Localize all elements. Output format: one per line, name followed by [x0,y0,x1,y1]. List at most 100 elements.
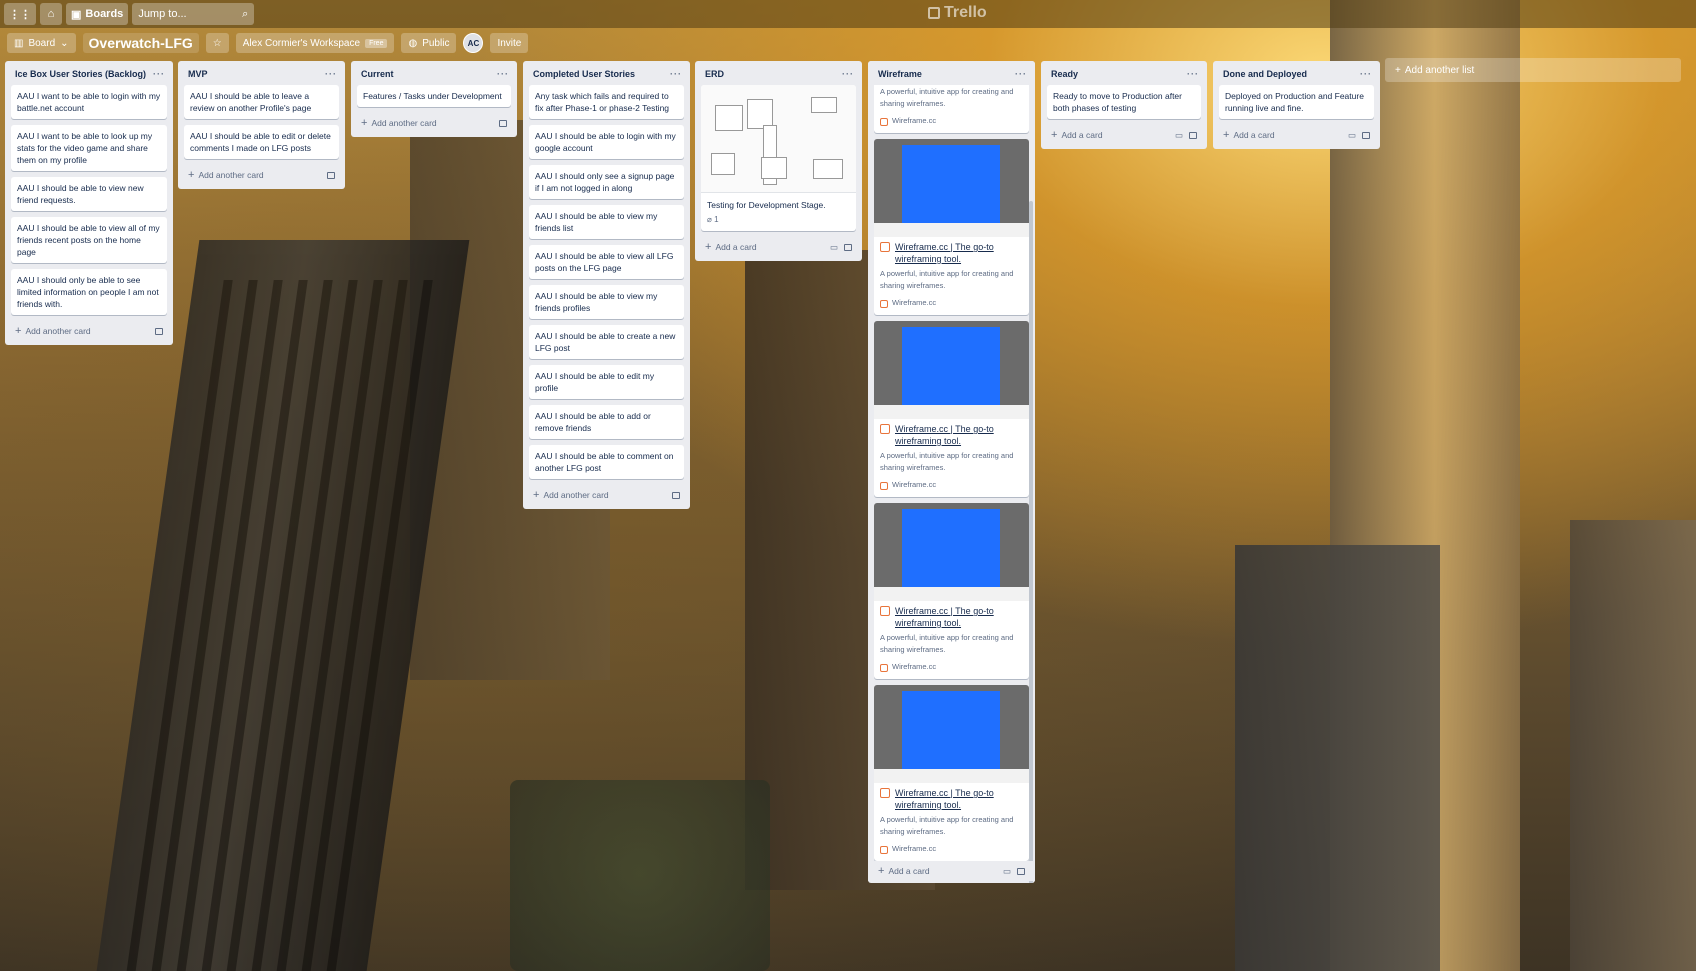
card[interactable]: Deployed on Production and Feature runni… [1219,85,1374,119]
search-input[interactable]: Jump to... ⌕ [132,3,255,25]
card-link-title[interactable]: Wireframe.cc | The go-to wireframing too… [895,423,1023,447]
eye-icon[interactable]: ▭ [1348,130,1356,141]
add-card-label: Add a card [888,866,930,876]
add-card-label: Add another card [25,326,91,336]
eye-icon[interactable]: ▭ [830,242,838,253]
card[interactable]: AAU I should be able to view my friends … [529,205,684,239]
visibility-button[interactable]: ◍ Public [401,33,457,53]
template-icon[interactable] [844,243,852,251]
card-description: A powerful, intuitive app for creating a… [880,269,1014,290]
boards-button[interactable]: ▣ Boards [66,3,129,25]
card[interactable]: AAU I should be able to view all of my f… [11,217,167,263]
card[interactable]: AAU I should be able to add or remove fr… [529,405,684,439]
card[interactable]: AAU I want to be able to login with my b… [11,85,167,119]
list-title[interactable]: Ice Box User Stories (Backlog) [15,69,146,79]
wireframe-favicon-icon [880,424,890,434]
add-card-button[interactable]: + Add a card [1223,129,1275,141]
card[interactable]: A powerful, intuitive app for creating a… [874,79,1029,133]
card-site: Wireframe.cc [892,298,937,307]
home-icon[interactable]: ⌂ [40,3,62,25]
card[interactable]: Testing for Development Stage. ⌀ 1 [701,85,856,231]
card[interactable]: Wireframe.cc | The go-to wireframing too… [874,503,1029,679]
card[interactable]: AAU I should be able to login with my go… [529,125,684,159]
add-card-button[interactable]: + Add another card [533,489,609,501]
list-title[interactable]: MVP [188,69,208,79]
add-card-button[interactable]: + Add a card [1051,129,1103,141]
top-navigation: ⋮⋮ ⌂ ▣ Boards Jump to... ⌕ [0,0,1696,28]
template-icon[interactable] [327,171,335,179]
list-title[interactable]: Wireframe [878,69,922,79]
card[interactable]: Wireframe.cc | The go-to wireframing too… [874,321,1029,497]
workspace-button[interactable]: Alex Cormier's Workspace Free [235,33,395,53]
card-site: Wireframe.cc [892,480,937,489]
avatar[interactable]: AC [463,33,484,53]
star-button[interactable]: ☆ [205,33,229,53]
card-site: Wireframe.cc [892,844,937,853]
card[interactable]: Ready to move to Production after both p… [1047,85,1201,119]
card[interactable]: Wireframe.cc | The go-to wireframing too… [874,685,1029,861]
list-title[interactable]: Ready [1051,69,1078,79]
view-label: Board [28,37,56,49]
list-title[interactable]: Done and Deployed [1223,69,1307,79]
card[interactable]: AAU I should be able to leave a review o… [184,85,339,119]
add-card-label: Add a card [1061,130,1103,140]
list-scrollbar[interactable] [1029,201,1033,883]
board-title[interactable]: Overwatch-LFG [82,33,199,53]
list-title[interactable]: ERD [705,69,724,79]
card[interactable]: Any task which fails and required to fix… [529,85,684,119]
list-menu-icon[interactable]: ··· [325,69,337,79]
list-current: Current ··· Features / Tasks under Develo… [351,61,517,137]
boards-label: Boards [85,8,124,20]
card[interactable]: AAU I should be able to view new friend … [11,177,167,211]
add-card-button[interactable]: + Add a card [878,865,930,877]
card[interactable]: AAU I should be able to edit or delete c… [184,125,339,159]
apps-grid-icon[interactable]: ⋮⋮ [4,3,36,25]
template-icon[interactable] [1189,131,1197,139]
card[interactable]: AAU I should be able to view all LFG pos… [529,245,684,279]
template-icon[interactable] [672,491,680,499]
card[interactable]: Wireframe.cc | The go-to wireframing too… [874,139,1029,315]
eye-icon[interactable]: ▭ [1003,866,1011,877]
card-link-title[interactable]: Wireframe.cc | The go-to wireframing too… [895,241,1023,265]
trello-logo[interactable]: Trello [928,4,987,22]
attachment-count: 1 [714,215,719,224]
eye-icon[interactable]: ▭ [1175,130,1183,141]
list-menu-icon[interactable]: ··· [1187,69,1199,79]
list-menu-icon[interactable]: ··· [670,69,682,79]
template-icon[interactable] [155,327,163,335]
card[interactable]: AAU I should be able to create a new LFG… [529,325,684,359]
card-link-title[interactable]: Wireframe.cc | The go-to wireframing too… [895,787,1023,811]
card[interactable]: Features / Tasks under Development [357,85,511,107]
list-mvp: MVP ··· AAU I should be able to leave a r… [178,61,345,189]
card[interactable]: AAU I want to be able to look up my stat… [11,125,167,171]
add-card-button[interactable]: + Add a card [705,241,757,253]
add-card-button[interactable]: + Add another card [188,169,264,181]
wireframe-favicon-icon [880,481,888,490]
card[interactable]: AAU I should only be able to see limited… [11,269,167,315]
list-menu-icon[interactable]: ··· [842,69,854,79]
add-card-button[interactable]: + Add another card [15,325,91,337]
list-title[interactable]: Completed User Stories [533,69,635,79]
chevron-down-icon: ⌄ [60,37,69,49]
list-menu-icon[interactable]: ··· [153,69,165,79]
template-icon[interactable] [1362,131,1370,139]
card-link-title[interactable]: Wireframe.cc | The go-to wireframing too… [895,605,1023,629]
template-icon[interactable] [1017,867,1025,875]
plus-icon: + [705,241,712,253]
invite-button[interactable]: Invite [490,33,529,53]
list-menu-icon[interactable]: ··· [1360,69,1372,79]
list-menu-icon[interactable]: ··· [1015,69,1027,79]
add-list-button[interactable]: + Add another list [1385,58,1681,82]
add-card-button[interactable]: + Add another card [361,117,437,129]
logo-text: Trello [944,4,987,21]
card[interactable]: AAU I should be able to comment on anoth… [529,445,684,479]
card[interactable]: AAU I should be able to edit my profile [529,365,684,399]
board-view-switcher[interactable]: ▥ Board ⌄ [7,33,76,53]
wireframe-favicon-icon [880,299,888,308]
list-menu-icon[interactable]: ··· [497,69,509,79]
card[interactable]: AAU I should be able to view my friends … [529,285,684,319]
list-title[interactable]: Current [361,69,394,79]
card[interactable]: AAU I should only see a signup page if I… [529,165,684,199]
list-completed: Completed User Stories ··· Any task which… [523,61,690,509]
template-icon[interactable] [499,119,507,127]
